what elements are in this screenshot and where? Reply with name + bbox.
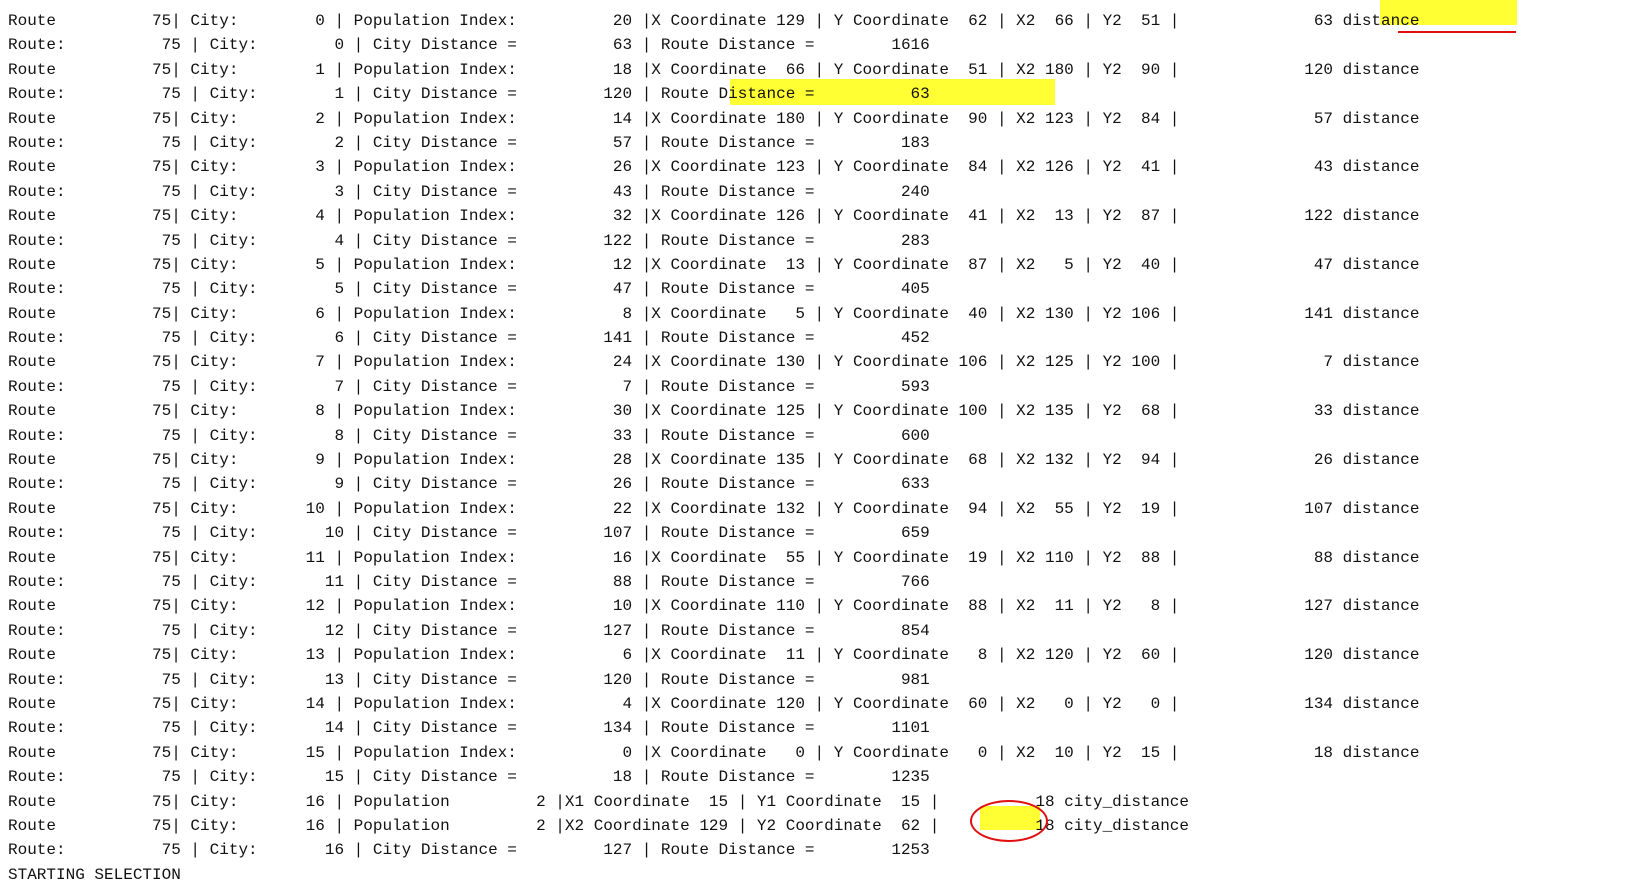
console-line: Route 75| City: 16 | Population 2 |X1 Co…	[8, 790, 1419, 814]
console-line-text: Route: 75 | City: 13 | City Distance = 1…	[8, 670, 930, 689]
red-underline	[1398, 31, 1516, 33]
console-line: Route 75| City: 16 | Population 2 |X2 Co…	[8, 814, 1419, 838]
console-line-text: Route 75| City: 5 | Population Index: 12…	[8, 255, 1420, 274]
console-line-text: Route: 75 | City: 0 | City Distance = 63…	[8, 36, 930, 55]
console-line: Route: 75 | City: 15 | City Distance = 1…	[8, 765, 1419, 789]
console-line: Route: 75 | City: 2 | City Distance = 57…	[8, 131, 1419, 155]
console-line: Route: 75 | City: 16 | City Distance = 1…	[8, 838, 1419, 862]
console-line-text: Route 75| City: 12 | Population Index: 1…	[8, 597, 1420, 616]
console-line-text: Route: 75 | City: 11 | City Distance = 8…	[8, 572, 930, 591]
console-line-text: STARTING SELECTION	[8, 865, 181, 884]
console-line: STARTING SELECTION	[8, 863, 1419, 887]
console-line: Route 75| City: 4 | Population Index: 32…	[8, 204, 1419, 228]
console-line-text: Route: 75 | City: 16 | City Distance = 1…	[8, 841, 930, 860]
console-line: Route: 75 | City: 14 | City Distance = 1…	[8, 716, 1419, 740]
console-line: Route 75| City: 14 | Population Index: 4…	[8, 692, 1419, 716]
console-line: Route 75| City: 12 | Population Index: 1…	[8, 594, 1419, 618]
console-line: Route 75| City: 15 | Population Index: 0…	[8, 741, 1419, 765]
console-line: Route: 75 | City: 4 | City Distance = 12…	[8, 229, 1419, 253]
console-line: Route: 75 | City: 13 | City Distance = 1…	[8, 668, 1419, 692]
console-line-text: Route: 75 | City: 4 | City Distance = 12…	[8, 231, 930, 250]
console-line: Route: 75 | City: 8 | City Distance = 33…	[8, 424, 1419, 448]
console-line-text: Route: 75 | City: 5 | City Distance = 47…	[8, 280, 930, 299]
console-line: Route 75| City: 6 | Population Index: 8 …	[8, 302, 1419, 326]
console-line: Route 75| City: 0 | Population Index: 20…	[8, 9, 1419, 33]
console-line-text: Route: 75 | City: 6 | City Distance = 14…	[8, 329, 930, 348]
console-line: Route: 75 | City: 5 | City Distance = 47…	[8, 277, 1419, 301]
console-line-text: Route 75| City: 4 | Population Index: 32…	[8, 207, 1420, 226]
console-line-text: Route: 75 | City: 10 | City Distance = 1…	[8, 524, 930, 543]
console-line: Route 75| City: 11 | Population Index: 1…	[8, 546, 1419, 570]
console-line: Route 75| City: 10 | Population Index: 2…	[8, 497, 1419, 521]
console-line: Route 75| City: 1 | Population Index: 18…	[8, 58, 1419, 82]
console-line: Route: 75 | City: 10 | City Distance = 1…	[8, 521, 1419, 545]
console-line: Route 75| City: 13 | Population Index: 6…	[8, 643, 1419, 667]
console-line: Route: 75 | City: 3 | City Distance = 43…	[8, 180, 1419, 204]
console-line-text: Route: 75 | City: 12 | City Distance = 1…	[8, 621, 930, 640]
console-line: Route 75| City: 9 | Population Index: 28…	[8, 448, 1419, 472]
console-line: Route 75| City: 5 | Population Index: 12…	[8, 253, 1419, 277]
console-line-text: Route 75| City: 11 | Population Index: 1…	[8, 548, 1420, 567]
console-line-text: Route 75| City: 9 | Population Index: 28…	[8, 451, 1420, 470]
console-line-text: Route 75| City: 7 | Population Index: 24…	[8, 353, 1420, 372]
console-line-text: Route 75| City: 0 | Population Index: 20…	[8, 12, 1420, 30]
console-line-text: Route 75| City: 1 | Population Index: 18…	[8, 60, 1420, 79]
console-line-text: Route: 75 | City: 9 | City Distance = 26…	[8, 475, 930, 494]
console-line-text: Route 75| City: 15 | Population Index: 0…	[8, 743, 1420, 762]
console-line: Route 75| City: 3 | Population Index: 26…	[8, 155, 1419, 179]
console-line: Route: 75 | City: 7 | City Distance = 7 …	[8, 375, 1419, 399]
console-line-text: Route: 75 | City: 8 | City Distance = 33…	[8, 426, 930, 445]
console-line-text: Route: 75 | City: 1 | City Distance = 12…	[8, 85, 930, 104]
console-line: Route: 75 | City: 1 | City Distance = 12…	[8, 82, 1419, 106]
console-line-text: Route: 75 | City: 2 | City Distance = 57…	[8, 133, 930, 152]
console-line: Route: 75 | City: 6 | City Distance = 14…	[8, 326, 1419, 350]
console-line-text: Route: 75 | City: 14 | City Distance = 1…	[8, 719, 930, 738]
console-line-text: Route 75| City: 13 | Population Index: 6…	[8, 646, 1420, 665]
console-line: Route 75| City: 2 | Population Index: 14…	[8, 107, 1419, 131]
console-line-text: Route 75| City: 3 | Population Index: 26…	[8, 158, 1420, 177]
console-line-text: Route 75| City: 6 | Population Index: 8 …	[8, 304, 1420, 323]
console-line-text: Route 75| City: 14 | Population Index: 4…	[8, 694, 1420, 713]
console-line-text: Route: 75 | City: 15 | City Distance = 1…	[8, 768, 930, 787]
console-line: Route 75| City: 7 | Population Index: 24…	[8, 350, 1419, 374]
console-line: Route: 75 | City: 9 | City Distance = 26…	[8, 472, 1419, 496]
red-circle	[970, 800, 1048, 842]
console-line: Route 75| City: 8 | Population Index: 30…	[8, 399, 1419, 423]
console-line-text: Route: 75 | City: 3 | City Distance = 43…	[8, 182, 930, 201]
console-line-text: Route 75| City: 8 | Population Index: 30…	[8, 402, 1420, 421]
console-line-text: Route 75| City: 2 | Population Index: 14…	[8, 109, 1420, 128]
console-line: Route: 75 | City: 11 | City Distance = 8…	[8, 570, 1419, 594]
console-line-text: Route 75| City: 10 | Population Index: 2…	[8, 499, 1420, 518]
console-line: Route: 75 | City: 0 | City Distance = 63…	[8, 33, 1419, 57]
console-line: Route: 75 | City: 12 | City Distance = 1…	[8, 619, 1419, 643]
console-output: Route 75| City: 0 | Population Index: 20…	[8, 9, 1419, 887]
console-line-text: Route: 75 | City: 7 | City Distance = 7 …	[8, 377, 930, 396]
